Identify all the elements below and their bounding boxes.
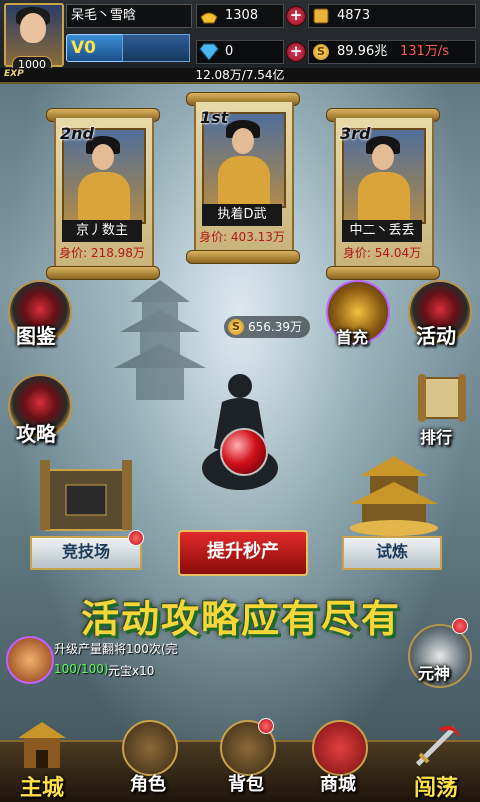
rank-label: 2nd xyxy=(60,124,94,143)
scroll-rod xyxy=(46,266,160,280)
diamond-value: 0 xyxy=(225,44,234,59)
rank-scroll-2nd[interactable]: 2nd 京丿数主 身价: 218.98万 xyxy=(46,108,160,280)
trial-plaque[interactable]: 试炼 xyxy=(342,536,442,570)
arena-building[interactable] xyxy=(36,450,136,540)
gold-leaf-counter: 4873 xyxy=(308,4,476,28)
coin-icon: S xyxy=(313,44,329,60)
rank-scroll-3rd[interactable]: 3rd 中二丶丢丢 身价: 54.04万 xyxy=(326,108,440,280)
shop-icon xyxy=(312,720,368,776)
rank-player-value: 身价: 54.04万 xyxy=(342,246,422,260)
scroll-rod xyxy=(186,250,300,264)
rank-player-name: 京丿数主 xyxy=(62,220,142,242)
diamond-counter: 0 xyxy=(196,40,284,64)
money-value: 89.96兆 xyxy=(337,44,388,59)
nav-main-city[interactable]: 主城 xyxy=(4,716,80,801)
rank-player-value: 身价: 218.98万 xyxy=(59,246,145,260)
nav-backpack[interactable]: 背包 xyxy=(208,716,284,800)
promo-banner: 活动攻略应有尽有 xyxy=(80,597,401,641)
ingot-value: 1308 xyxy=(225,8,259,23)
avatar-face xyxy=(20,13,46,43)
idle-gold-pill[interactable]: S 656.39万 xyxy=(224,316,310,338)
diamond-icon xyxy=(199,43,219,61)
rank-label: 1st xyxy=(200,108,229,127)
ingot-counter: 1308 xyxy=(196,4,284,28)
vip-progress xyxy=(122,34,190,62)
ranking-label: 排行 xyxy=(420,428,453,447)
add-diamond-button[interactable]: + xyxy=(286,42,306,62)
income-rate: 131万/s xyxy=(400,44,449,59)
arena-notification-dot xyxy=(128,530,144,546)
scroll-rod xyxy=(326,266,440,280)
nav-adventure[interactable]: 闯荡 xyxy=(398,716,474,801)
nav-label: 背包 xyxy=(228,774,264,795)
backpack-notification-dot xyxy=(258,718,274,734)
character-icon xyxy=(122,720,178,776)
soul-label: 元神 xyxy=(418,664,451,683)
ranking-scroll-icon[interactable] xyxy=(414,372,470,424)
codex-label: 图鉴 xyxy=(16,324,56,348)
nav-label: 主城 xyxy=(19,776,64,801)
vip-badge[interactable]: V0 xyxy=(66,34,126,62)
quest-icon[interactable] xyxy=(6,636,54,684)
cultivation-orb[interactable] xyxy=(220,428,268,476)
guide-label: 攻略 xyxy=(16,422,56,446)
rank-player-value: 身价: 403.13万 xyxy=(199,230,285,244)
add-ingot-button[interactable]: + xyxy=(286,6,306,26)
trial-building[interactable] xyxy=(346,456,442,536)
rank-scroll-1st[interactable]: 1st 执着D武 身价: 403.13万 xyxy=(186,92,300,264)
nav-shop[interactable]: 商城 xyxy=(300,716,376,800)
soul-notification-dot xyxy=(452,618,468,634)
coin-icon: S xyxy=(228,319,244,335)
rank-label: 3rd xyxy=(340,124,371,143)
money-counter: S 89.96兆 xyxy=(308,40,476,64)
event-label: 活动 xyxy=(416,324,456,348)
gold-leaf-icon xyxy=(313,8,329,24)
player-name: 呆毛丶雪晗 xyxy=(66,4,192,28)
idle-gold-value: 656.39万 xyxy=(248,320,302,334)
sword-icon xyxy=(414,724,462,768)
arena-plaque[interactable]: 竞技场 xyxy=(30,536,142,570)
nav-character[interactable]: 角色 xyxy=(110,716,186,800)
exp-text: 12.08万/7.54亿 xyxy=(195,68,285,82)
quest-title[interactable]: 升级产量翻将100次(完 xyxy=(54,640,178,657)
nav-label: 角色 xyxy=(130,774,166,795)
ingot-icon xyxy=(200,12,218,24)
city-gate-icon xyxy=(18,722,66,768)
rank-player-name: 中二丶丢丢 xyxy=(342,220,422,242)
rank-player-name: 执着D武 xyxy=(202,204,282,226)
nav-label: 商城 xyxy=(320,774,356,795)
quest-progress: 100/100) xyxy=(54,662,109,676)
treasure-label: 首充 xyxy=(336,328,369,347)
gold-leaf-value: 4873 xyxy=(337,8,371,23)
quest-reward: 元宝x10 xyxy=(108,664,155,678)
pagoda-silhouette xyxy=(114,280,206,400)
nav-label: 闯荡 xyxy=(413,776,458,801)
boost-production-button[interactable]: 提升秒产 xyxy=(178,530,308,576)
